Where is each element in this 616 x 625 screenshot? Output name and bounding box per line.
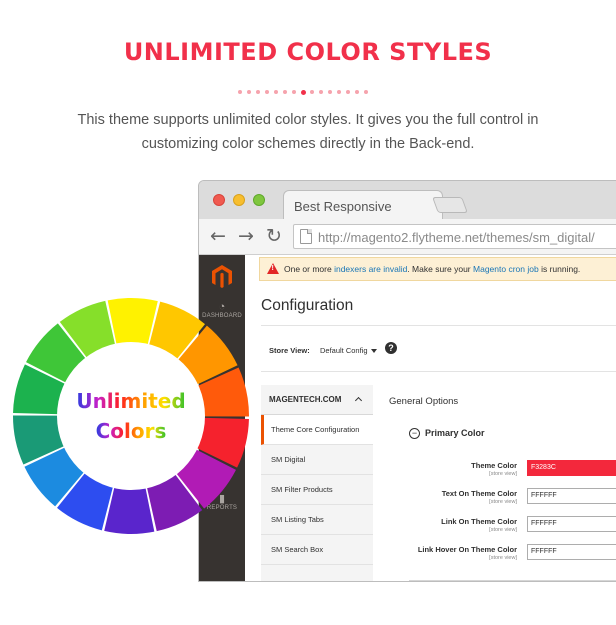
help-icon[interactable]: ? <box>385 342 397 354</box>
store-view-label: Store View: <box>269 346 310 355</box>
intro-text: This theme supports unlimited color styl… <box>77 112 539 152</box>
nav-item-sm-listing-tabs[interactable]: SM Listing Tabs <box>261 505 373 535</box>
section-title: UNLIMITED COLOR STYLES <box>123 38 493 66</box>
forward-arrow-icon[interactable]: → <box>235 225 257 247</box>
title-divider-dots <box>238 89 378 96</box>
color-wheel: Unlimited Colors <box>0 285 262 547</box>
browser-toolbar: ← → ↻ http://magento2.flytheme.net/theme… <box>199 219 616 255</box>
browser-tab-bar: Best Responsive <box>199 181 616 220</box>
address-bar[interactable]: http://magento2.flytheme.net/themes/sm_d… <box>293 224 616 249</box>
notice-message: One or more indexers are invalid. Make s… <box>284 264 581 274</box>
wheel-text-unlimited: Unlimited <box>76 389 186 413</box>
link-color-input[interactable]: FFFFFF <box>527 516 616 532</box>
maximize-window-button[interactable] <box>253 194 265 206</box>
warning-icon <box>267 263 279 274</box>
divider <box>261 371 616 372</box>
new-tab-button[interactable] <box>432 197 468 213</box>
nav-group-header[interactable]: MAGENTECH.COM <box>261 385 373 415</box>
theme-color-input[interactable]: F3283C <box>527 460 616 476</box>
store-view-select[interactable]: Default Config <box>320 346 376 355</box>
indexers-link[interactable]: indexers are invalid <box>334 264 407 274</box>
minimize-window-button[interactable] <box>233 194 245 206</box>
section-heading: General Options <box>389 396 459 407</box>
nav-item-sm-digital[interactable]: SM Digital <box>261 445 373 475</box>
text-color-input[interactable]: FFFFFF <box>527 488 616 504</box>
config-left-nav: MAGENTECH.COM Theme Core Configuration S… <box>261 385 373 581</box>
divider <box>261 325 616 326</box>
field-scope: [store view] <box>489 471 517 477</box>
link-hover-color-input[interactable]: FFFFFF <box>527 544 616 560</box>
nav-item-sm-search-box[interactable]: SM Search Box <box>261 535 373 565</box>
nav-group-label: MAGENTECH.COM <box>269 395 342 404</box>
nav-item-theme-core[interactable]: Theme Core Configuration <box>261 415 373 445</box>
collapse-toggle-icon[interactable]: − <box>409 428 420 439</box>
field-scope: [store view] <box>489 527 517 533</box>
chevron-up-icon <box>354 396 363 405</box>
nav-item-sm-filter-products[interactable]: SM Filter Products <box>261 475 373 505</box>
back-arrow-icon[interactable]: ← <box>207 225 229 247</box>
divider <box>409 580 616 581</box>
group-heading[interactable]: Primary Color <box>425 428 485 438</box>
field-scope: [store view] <box>489 499 517 505</box>
cron-job-link[interactable]: Magento cron job <box>473 264 539 274</box>
field-label-text-color: Text On Theme Color <box>441 489 517 498</box>
wheel-segment <box>104 484 155 534</box>
field-label-link-color: Link On Theme Color <box>441 517 517 526</box>
close-window-button[interactable] <box>213 194 225 206</box>
reload-icon[interactable]: ↻ <box>263 225 285 247</box>
color-wheel-graphic <box>12 298 249 534</box>
browser-tab[interactable]: Best Responsive <box>283 190 443 220</box>
field-scope: [store view] <box>489 555 517 561</box>
wheel-segment <box>107 298 158 348</box>
page-icon <box>300 229 312 244</box>
url-text: http://magento2.flytheme.net/themes/sm_d… <box>318 230 595 245</box>
page-title: Configuration <box>261 297 354 314</box>
field-label-link-hover-color: Link Hover On Theme Color <box>417 545 517 554</box>
system-notice: One or more indexers are invalid. Make s… <box>259 257 616 281</box>
field-label-theme-color: Theme Color <box>471 461 517 470</box>
tab-title: Best Responsive <box>294 199 392 214</box>
wheel-text-colors: Colors <box>95 419 167 443</box>
